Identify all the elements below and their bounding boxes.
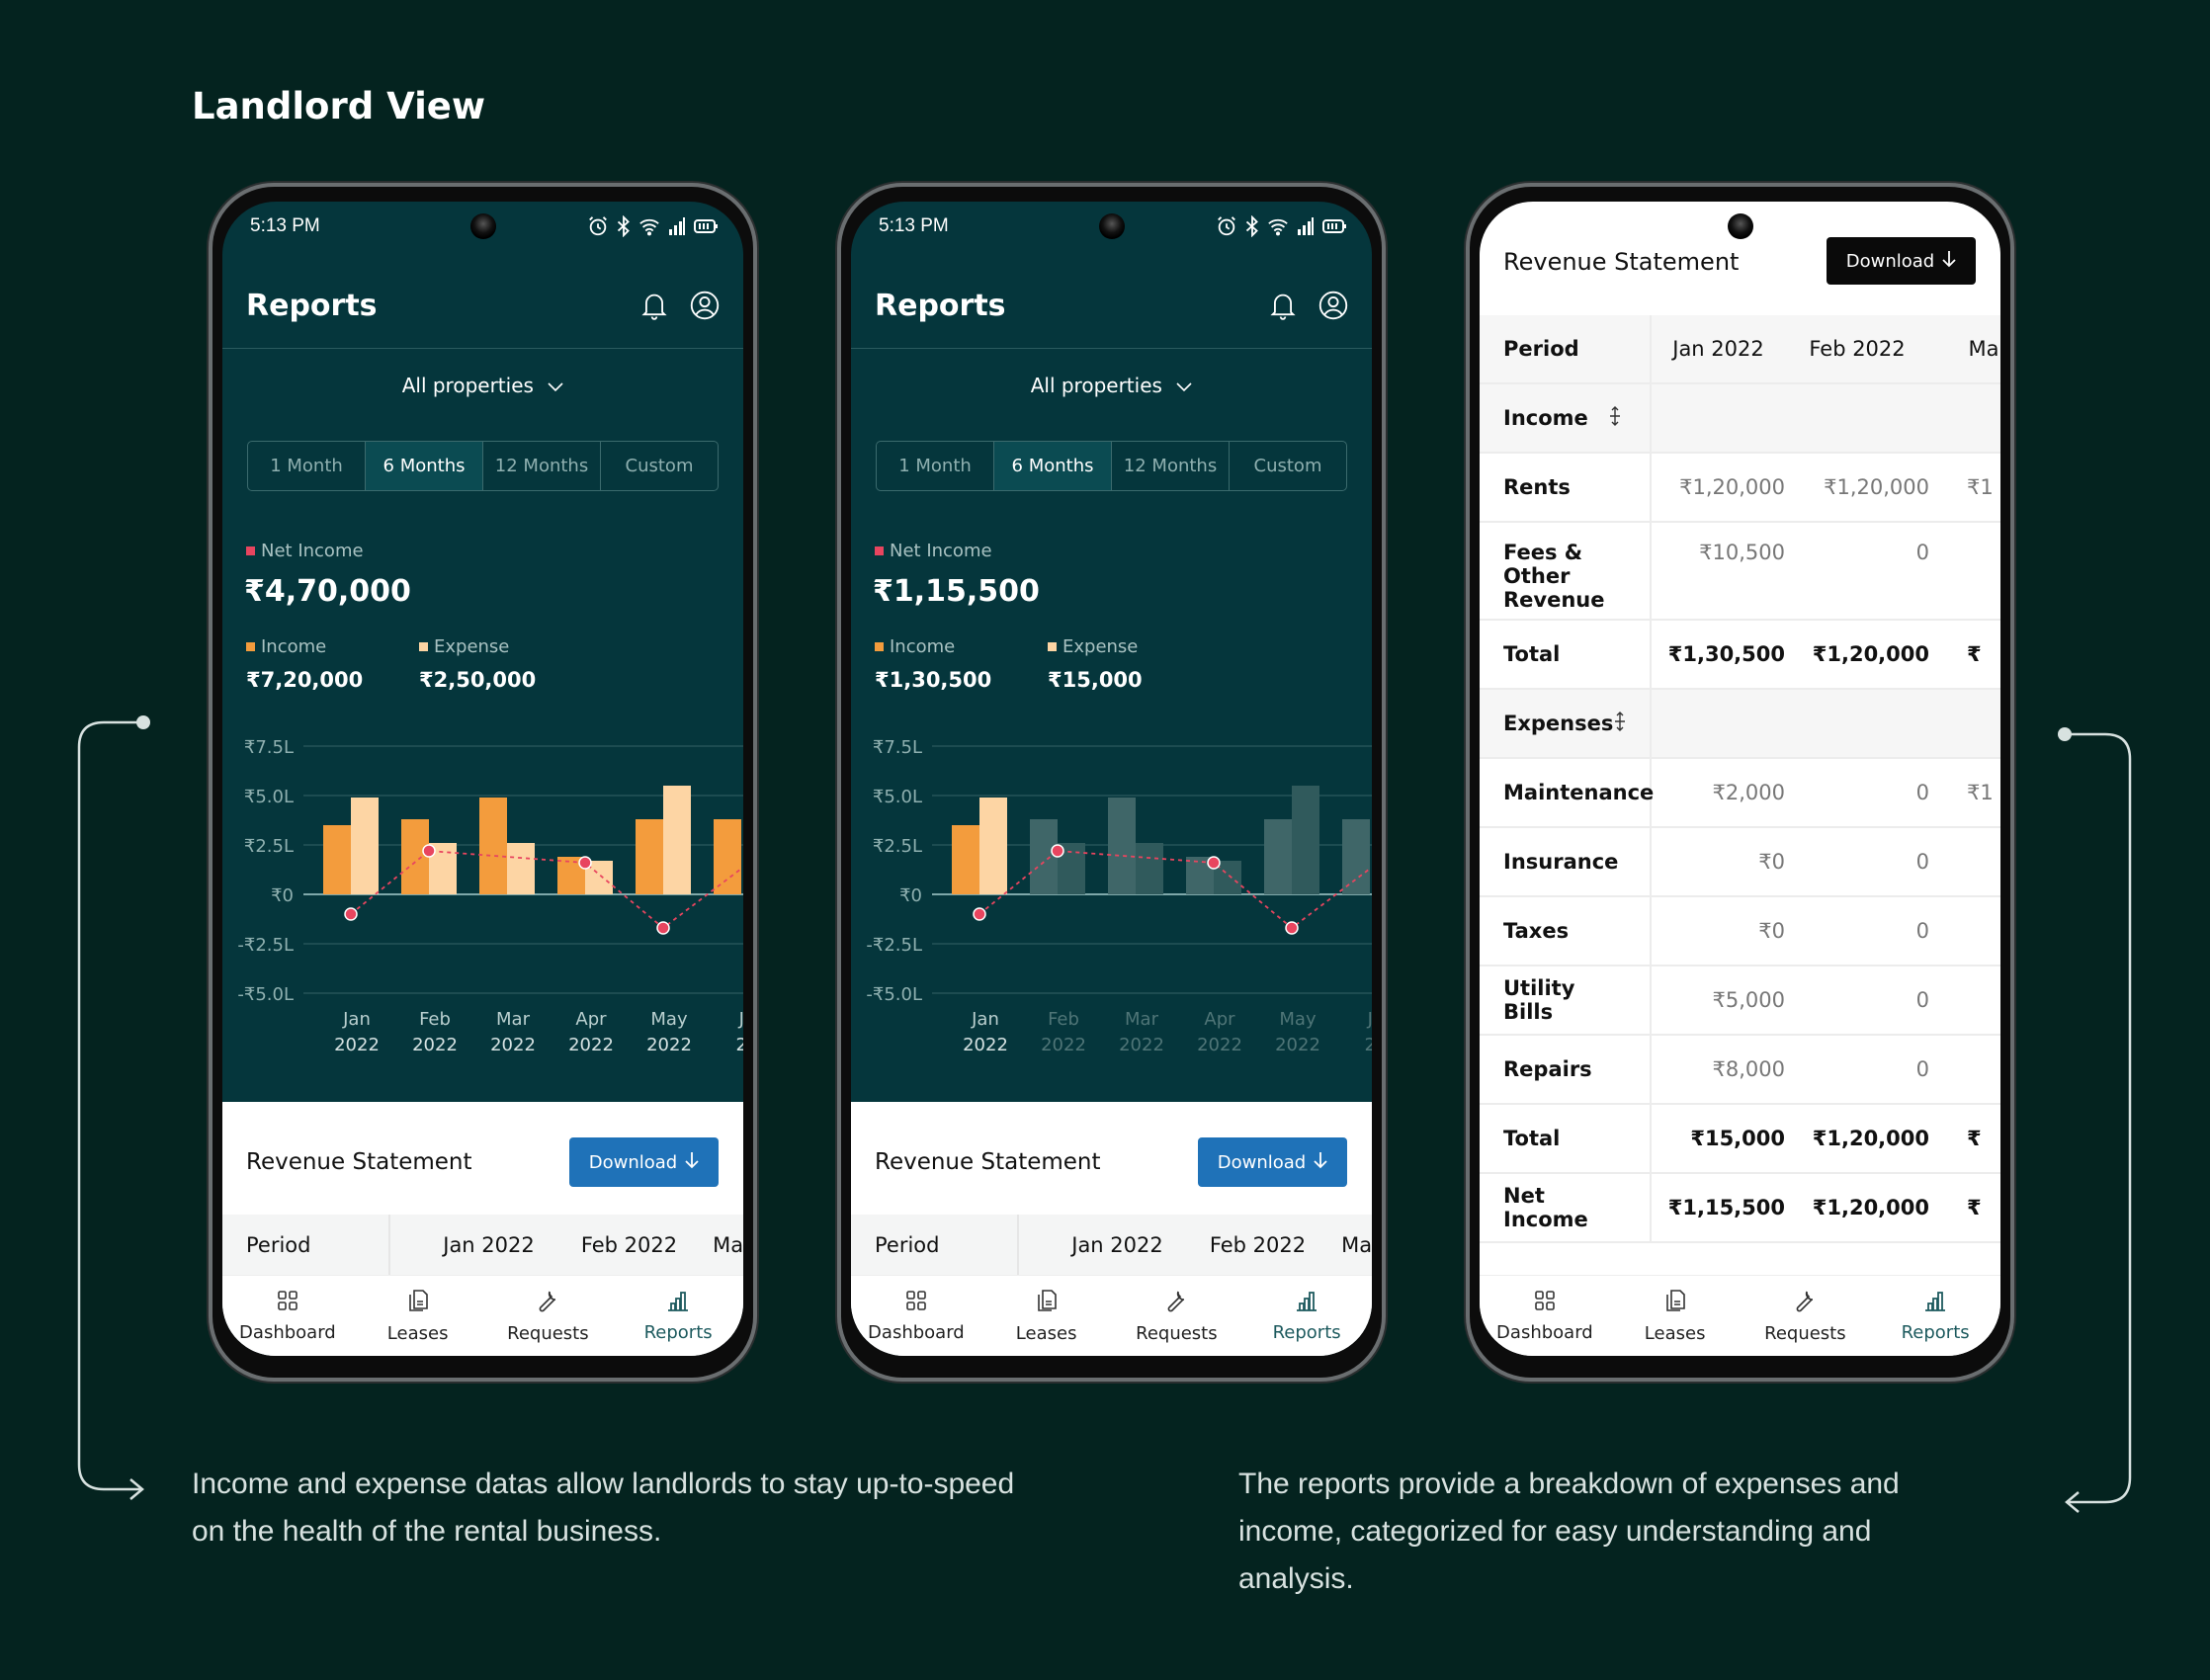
connector-lines — [77, 715, 2132, 1513]
caption-left: Income and expense datas allow landlords… — [192, 1468, 1015, 1548]
camera — [469, 213, 496, 239]
connector-dot — [2058, 727, 2072, 741]
camera — [1727, 213, 1753, 239]
right-connector — [2065, 732, 2132, 1504]
camera — [1098, 213, 1125, 239]
caption-right: The reports provide a breakdown of expen… — [1238, 1468, 1900, 1595]
connector-dot — [136, 715, 150, 729]
left-connector — [77, 720, 143, 1491]
